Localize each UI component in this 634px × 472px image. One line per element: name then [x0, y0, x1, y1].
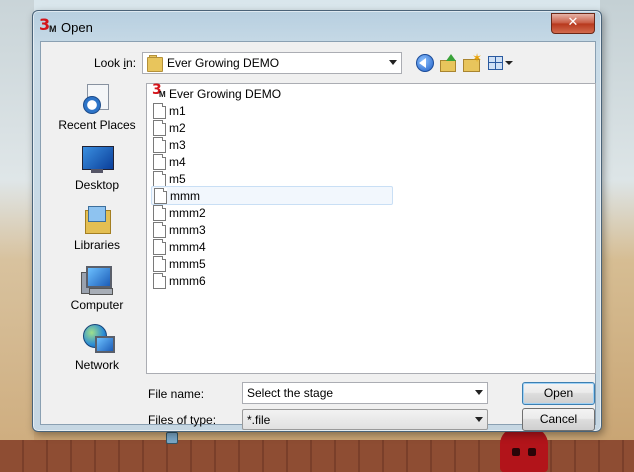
file-name-value: Select the stage: [247, 386, 334, 400]
look-in-dropdown[interactable]: Ever Growing DEMO: [142, 52, 402, 74]
folder-icon: [147, 55, 163, 72]
file-name: mmm4: [169, 240, 206, 254]
dialog-body: Look in: Ever Growing DEMO ✶ Recent Plac…: [40, 41, 596, 431]
file-name-input[interactable]: Select the stage: [242, 382, 488, 404]
place-label: Recent Places: [58, 118, 136, 132]
look-in-value: Ever Growing DEMO: [167, 56, 280, 70]
file-name: Ever Growing DEMO: [169, 87, 282, 101]
file-icon: [153, 137, 166, 153]
close-button[interactable]: ✕: [551, 13, 595, 34]
3m-app-icon: 3M: [39, 15, 57, 34]
place-desktop[interactable]: Desktop: [51, 142, 143, 198]
file-icon: [153, 239, 166, 255]
file-name: m1: [169, 104, 186, 118]
place-label: Libraries: [73, 238, 121, 252]
view-menu-icon[interactable]: [488, 54, 516, 72]
file-icon: [153, 205, 166, 221]
file-type-select[interactable]: *.file: [242, 409, 488, 430]
dialog-title: Open: [61, 20, 93, 35]
file-name: mmm6: [169, 274, 206, 288]
file-icon: [153, 154, 166, 170]
open-dialog: 3M Open ✕ Look in: Ever Growing DEMO ✶ R…: [32, 10, 602, 432]
up-folder-icon[interactable]: [440, 54, 458, 72]
place-recent-places[interactable]: Recent Places: [51, 82, 143, 138]
file-name: mmm3: [169, 223, 206, 237]
place-label: Network: [74, 358, 119, 372]
recent-places-icon: [81, 84, 113, 114]
file-icon: [154, 188, 167, 204]
background-marker: [166, 432, 178, 444]
place-label: Computer: [70, 298, 124, 312]
open-button[interactable]: Open: [522, 382, 595, 405]
title-bar[interactable]: 3M Open ✕: [33, 11, 601, 41]
file-icon: [153, 103, 166, 119]
file-name: m5: [169, 172, 186, 186]
place-label: Desktop: [74, 178, 120, 192]
places-bar: Recent Places Desktop Libraries Computer…: [51, 82, 143, 374]
new-folder-icon[interactable]: ✶: [463, 51, 482, 72]
look-in-label: Look in:: [94, 56, 137, 70]
background-left: [0, 0, 34, 472]
file-icon: [153, 171, 166, 187]
open-button-label: Open: [543, 386, 574, 400]
chevron-down-icon[interactable]: [475, 417, 483, 422]
back-arrow-icon[interactable]: [416, 54, 434, 72]
network-icon: [81, 324, 115, 354]
place-computer[interactable]: Computer: [51, 262, 143, 318]
computer-icon: [81, 264, 113, 295]
file-icon: [153, 256, 166, 272]
file-name: m4: [169, 155, 186, 169]
file-name: mmm: [170, 189, 200, 203]
character-eye: [528, 448, 536, 456]
file-name: mmm2: [169, 206, 206, 220]
cancel-button-label: Cancel: [539, 412, 578, 426]
file-icon: [153, 222, 166, 238]
file-list[interactable]: 3M Ever Growing DEMO m1 m2 m3 m4 m5 mmm …: [146, 82, 596, 374]
list-item-selected[interactable]: mmm: [151, 186, 393, 205]
chevron-down-icon[interactable]: [389, 60, 397, 65]
background-right: [600, 0, 634, 472]
place-libraries[interactable]: Libraries: [51, 202, 143, 258]
file-type-value: *.file: [247, 413, 271, 427]
3m-app-icon: 3M: [152, 82, 166, 99]
libraries-icon: [81, 204, 113, 234]
file-name: m2: [169, 121, 186, 135]
file-type-label: Files of type:: [148, 413, 217, 427]
file-icon: [153, 120, 166, 136]
desktop-icon: [81, 144, 114, 174]
file-name-label: File name:: [148, 387, 205, 401]
place-network[interactable]: Network: [51, 322, 143, 378]
chevron-down-icon[interactable]: [475, 390, 483, 395]
file-name: mmm5: [169, 257, 206, 271]
character-eye: [512, 448, 520, 456]
file-name: m3: [169, 138, 186, 152]
close-icon: ✕: [567, 15, 579, 30]
background-character: [500, 428, 548, 472]
file-icon: [153, 273, 166, 289]
cancel-button[interactable]: Cancel: [522, 408, 595, 431]
